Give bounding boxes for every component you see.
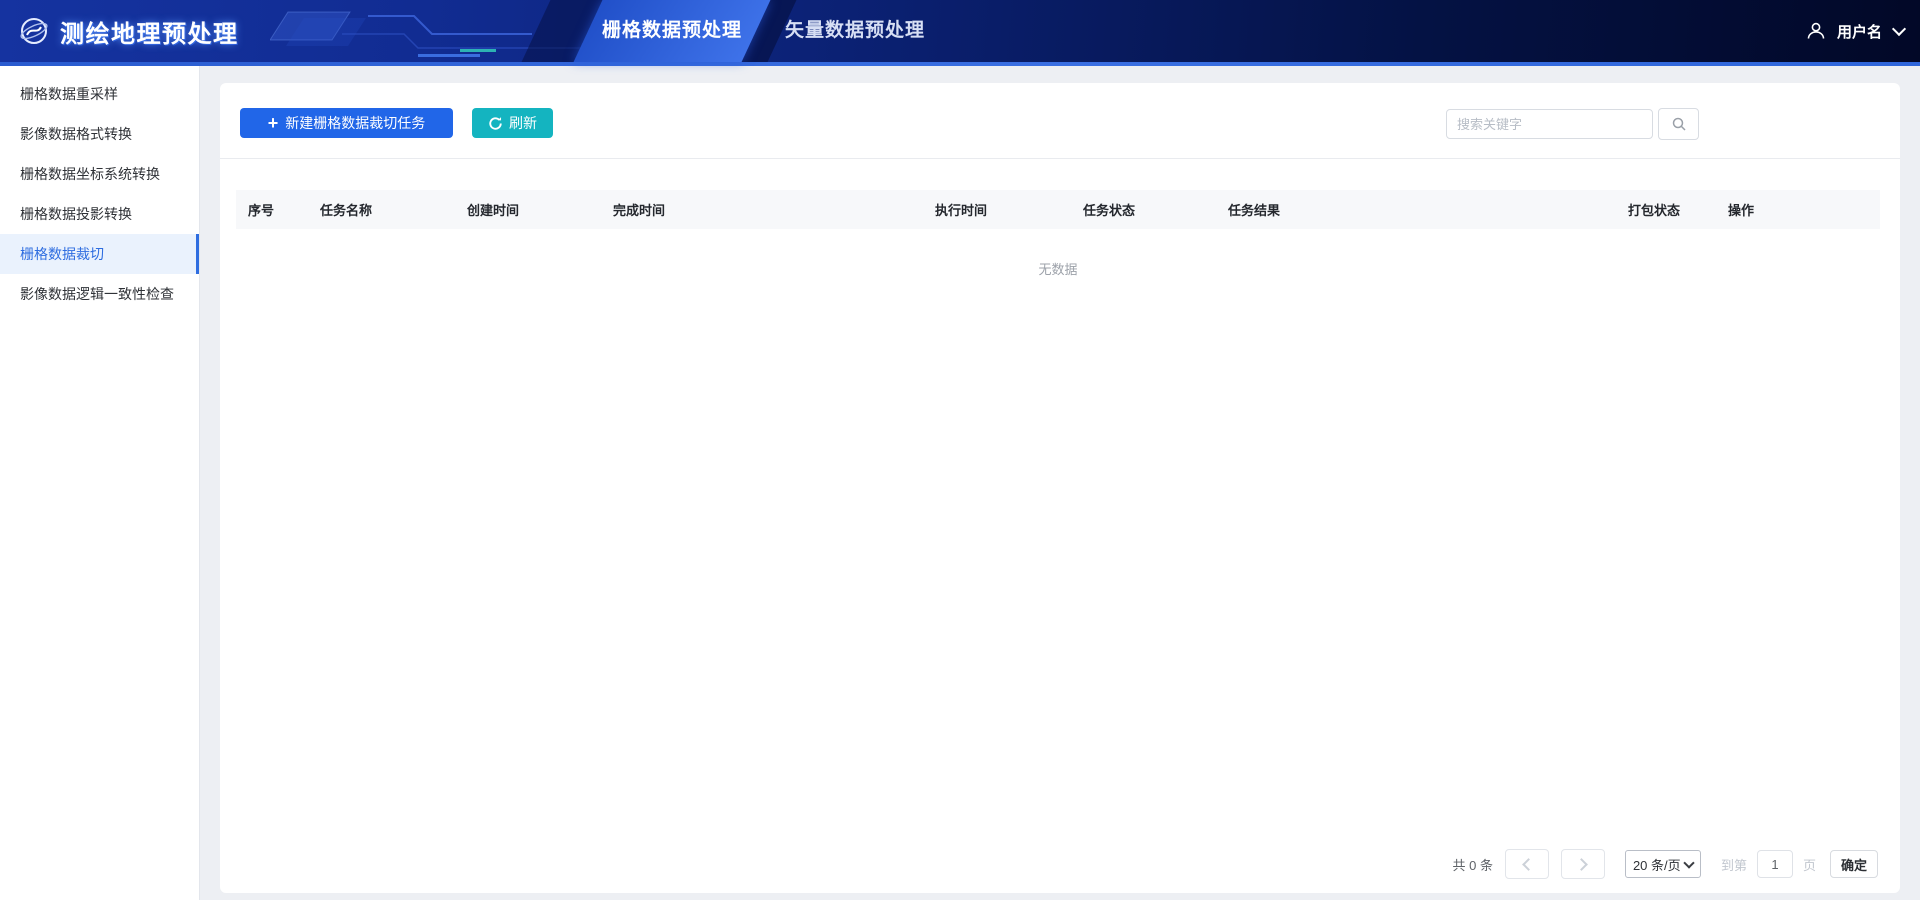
refresh-button[interactable]: 刷新 <box>472 108 553 138</box>
new-clip-task-label: 新建栅格数据裁切任务 <box>285 115 426 131</box>
tab-vector-preprocess[interactable]: 矢量数据预处理 <box>785 0 925 62</box>
col-header-finished: 完成时间 <box>613 203 666 218</box>
page-size-select[interactable]: 20 条/页 <box>1624 850 1701 878</box>
user-icon <box>1807 22 1825 39</box>
brand: 测绘地理预处理 <box>18 0 239 62</box>
app-title: 测绘地理预处理 <box>60 20 239 48</box>
prev-page-button[interactable] <box>1504 849 1549 879</box>
sidebar-item-projection-convert[interactable]: 栅格数据投影转换 <box>0 194 199 234</box>
col-header-created: 创建时间 <box>467 203 520 218</box>
page-size-value: 20 条/页 <box>1632 857 1681 873</box>
col-header-actions: 操作 <box>1728 203 1755 218</box>
chevron-right-icon <box>1575 857 1588 871</box>
table-header-row: 序号 任务名称 创建时间 完成时间 执行时间 任务状态 任务结果 打包状态 操作 <box>236 190 1880 229</box>
sidebar-item-raster-clip[interactable]: 栅格数据裁切 <box>0 234 199 274</box>
chevron-left-icon <box>1522 857 1535 871</box>
col-header-result: 任务结果 <box>1228 203 1281 218</box>
pagination: 共 0 条 20 条/页 到第 页 确定 <box>1452 849 1878 879</box>
search-input[interactable] <box>1446 109 1653 139</box>
plus-icon: + <box>267 113 279 133</box>
col-header-exec: 执行时间 <box>935 203 988 218</box>
refresh-icon <box>489 116 502 130</box>
search-group <box>1446 108 1699 140</box>
user-name: 用户名 <box>1836 23 1882 41</box>
app-window: 测绘地理预处理 栅格数据预处理 矢量数据预处理 用户名 栅格数据重采样 影像数据… <box>0 0 1920 900</box>
goto-confirm-button[interactable]: 确定 <box>1829 850 1878 878</box>
user-menu[interactable]: 用户名 <box>1805 0 1907 62</box>
chevron-down-icon <box>1891 21 1907 37</box>
select-caret-icon <box>1683 856 1695 869</box>
col-header-status: 任务状态 <box>1083 203 1136 218</box>
search-button[interactable] <box>1658 108 1699 140</box>
content-card: + 新建栅格数据裁切任务 刷新 搜索关键字 序号 任务名称 创建时间 完成时间 … <box>220 83 1900 893</box>
sidebar-item-coord-convert[interactable]: 栅格数据坐标系统转换 <box>0 154 199 194</box>
main-area: + 新建栅格数据裁切任务 刷新 搜索关键字 序号 任务名称 创建时间 完成时间 … <box>200 66 1920 900</box>
new-clip-task-button[interactable]: + 新建栅格数据裁切任务 <box>240 108 453 138</box>
toolbar: + 新建栅格数据裁切任务 刷新 <box>220 83 1900 159</box>
goto-suffix-label: 页 <box>1802 857 1816 873</box>
sidebar-nav: 栅格数据重采样 影像数据格式转换 栅格数据坐标系统转换 栅格数据投影转换 栅格数… <box>0 66 200 900</box>
tab-raster-label: 栅格数据预处理 <box>601 20 742 41</box>
empty-placeholder: 无数据 <box>1038 262 1078 277</box>
refresh-label: 刷新 <box>509 115 537 131</box>
col-header-name: 任务名称 <box>320 203 373 218</box>
tab-raster-preprocess[interactable]: 栅格数据预处理 <box>573 0 771 62</box>
sidebar-item-resample[interactable]: 栅格数据重采样 <box>0 74 199 114</box>
col-header-package: 打包状态 <box>1628 203 1681 218</box>
top-header: 测绘地理预处理 栅格数据预处理 矢量数据预处理 用户名 <box>0 0 1920 66</box>
search-icon <box>1672 117 1686 131</box>
next-page-button[interactable] <box>1560 849 1605 879</box>
globe-orbit-logo-icon <box>20 18 48 44</box>
goto-prefix-label: 到第 <box>1720 857 1747 873</box>
page-number-input[interactable] <box>1756 850 1793 878</box>
total-count: 共 0 条 <box>1452 857 1493 873</box>
sidebar-item-format-convert[interactable]: 影像数据格式转换 <box>0 114 199 154</box>
col-header-index: 序号 <box>248 203 275 218</box>
sidebar-item-logic-check[interactable]: 影像数据逻辑一致性检查 <box>0 274 199 314</box>
